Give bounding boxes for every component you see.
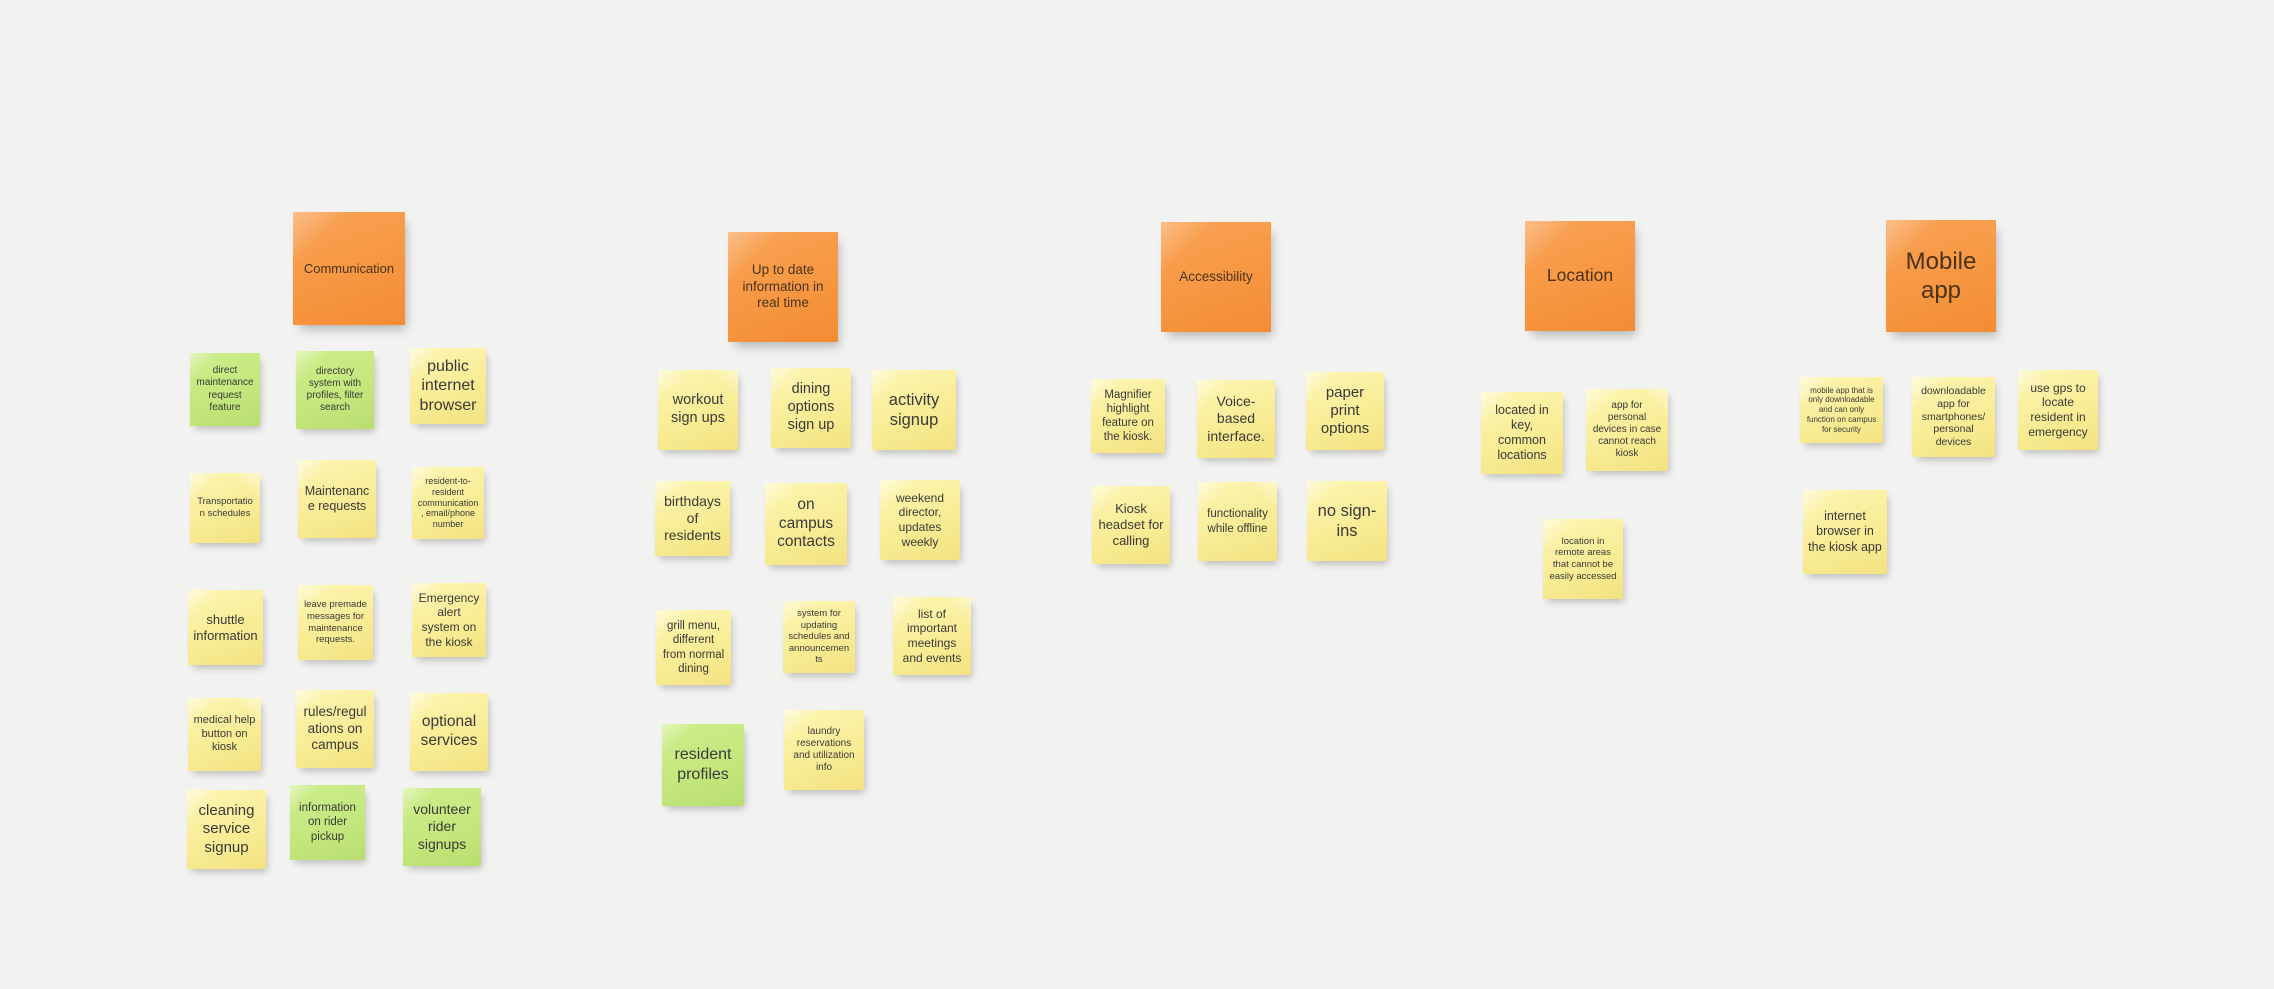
group-header-label: Mobile app xyxy=(1905,247,1977,304)
affinity-diagram-board[interactable]: Communication direct maintenance request … xyxy=(0,0,2274,989)
sticky-note-label: downloadable app for smartphones/ person… xyxy=(1921,385,1986,449)
sticky-note[interactable]: mobile app that is only downloadable and… xyxy=(1800,377,1883,443)
sticky-note[interactable]: use gps to locate resident in emergency xyxy=(2018,370,2098,450)
sticky-note-label: mobile app that is only downloadable and… xyxy=(1806,385,1877,434)
sticky-note-label: internet browser in the kiosk app xyxy=(1808,509,1882,554)
sticky-note-label: use gps to locate resident in emergency xyxy=(2028,380,2088,439)
sticky-note[interactable]: downloadable app for smartphones/ person… xyxy=(1912,377,1995,457)
group-header-note-mobile-app[interactable]: Mobile app xyxy=(1886,220,1996,332)
affinity-group-mobile-app: Mobile app mobile app that is only downlo… xyxy=(0,0,2274,989)
sticky-note[interactable]: internet browser in the kiosk app xyxy=(1803,490,1887,574)
